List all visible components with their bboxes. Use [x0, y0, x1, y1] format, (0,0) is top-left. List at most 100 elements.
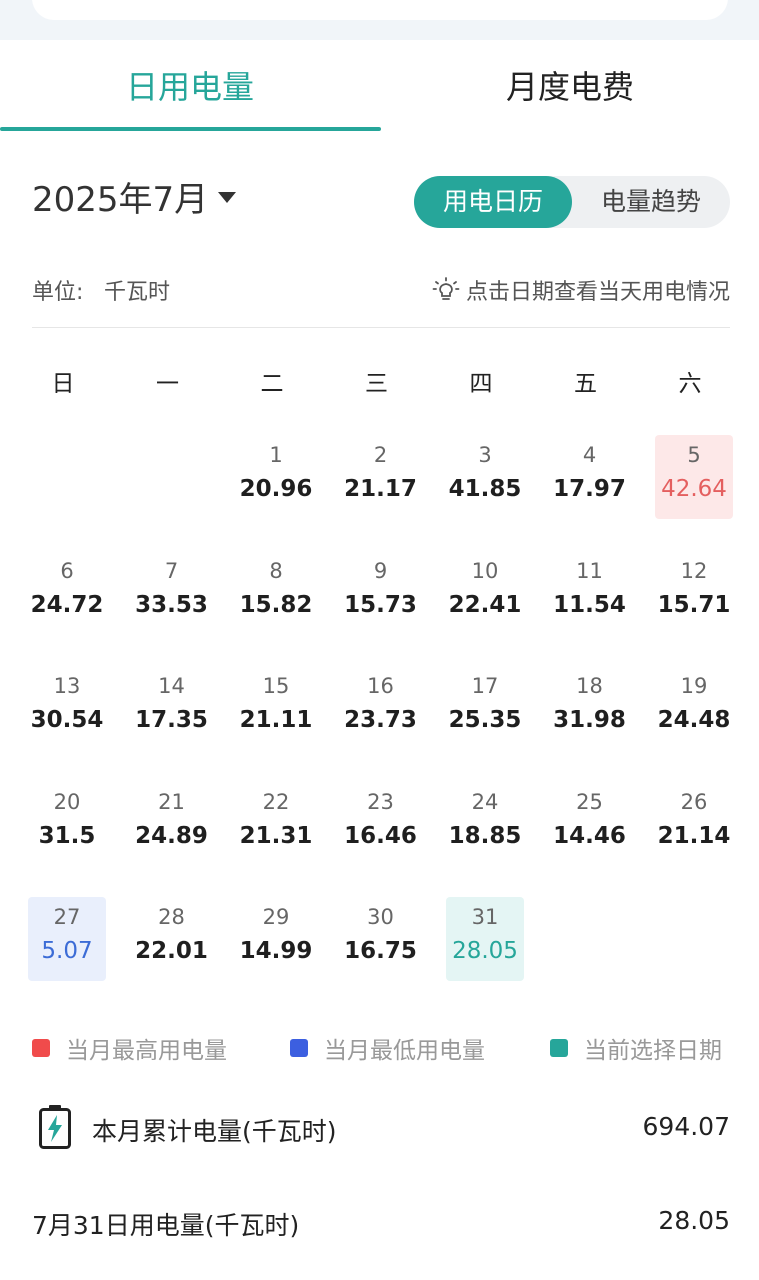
hint: 点击日期查看当天用电情况	[432, 274, 730, 306]
calendar-day-number: 14	[158, 674, 185, 698]
calendar-day-number: 15	[262, 674, 290, 698]
calendar-day-number: 5	[687, 443, 701, 467]
tab-monthly-bill[interactable]: 月度电费	[380, 62, 759, 108]
calendar-day-number: 22	[262, 789, 290, 814]
calendar-day-number: 4	[582, 443, 597, 467]
month-selector[interactable]: 2025年7月	[32, 174, 237, 220]
calendar-view-button[interactable]: 用电日历	[414, 176, 572, 228]
calendar-day-cell[interactable]: 30 16.75	[342, 897, 420, 981]
calendar-day-cell[interactable]: 27 5.07	[28, 897, 106, 981]
calendar-day-cell[interactable]: 13 30.54	[28, 666, 106, 750]
calendar-day-usage: 15.82	[239, 591, 313, 618]
calendar-day-usage: 24.72	[30, 591, 104, 618]
calendar-day-cell[interactable]: 22 21.31	[237, 782, 315, 866]
calendar-day-usage: 18.85	[448, 822, 522, 849]
calendar-day-cell[interactable]: 11 11.54	[551, 551, 629, 635]
calendar-day-usage: 22.01	[135, 938, 208, 964]
calendar-day-cell[interactable]: 10 22.41	[446, 551, 524, 635]
month-total-label: 本月累计电量(千瓦时)	[92, 1117, 337, 1146]
calendar-day-usage: 31.98	[553, 707, 626, 733]
calendar-day-usage: 16.46	[344, 822, 417, 849]
battery-charging-icon	[39, 1105, 71, 1149]
calendar-day-number: 20	[53, 789, 81, 814]
calendar-day-cell[interactable]: 23 16.46	[342, 782, 420, 866]
calendar-day-cell[interactable]: 5 42.64	[655, 435, 733, 519]
weekday-label: 二	[260, 371, 284, 397]
legend-max-swatch	[32, 1039, 50, 1057]
calendar-day-cell[interactable]: 24 18.85	[446, 782, 524, 866]
calendar-day-usage: 22.41	[448, 591, 522, 618]
calendar-day-number: 26	[680, 789, 708, 814]
calendar-day-usage: 41.85	[448, 476, 522, 502]
calendar-day-number: 28	[158, 905, 185, 929]
legend-selected: 当前选择日期	[550, 1030, 722, 1066]
calendar-day-usage: 14.46	[553, 822, 626, 849]
trend-view-button[interactable]: 电量趋势	[572, 176, 730, 228]
calendar-day-usage: 21.11	[239, 707, 313, 733]
calendar-day-usage: 21.31	[239, 822, 313, 849]
calendar-day-cell[interactable]: 8 15.82	[237, 551, 315, 635]
calendar-day-number: 13	[53, 674, 81, 698]
calendar-day-cell[interactable]: 2 21.17	[342, 435, 420, 519]
calendar-day-number: 30	[367, 905, 394, 929]
calendar-day-usage: 24.48	[657, 707, 731, 733]
calendar-day-usage: 28.05	[452, 938, 518, 964]
calendar-day-cell[interactable]: 18 31.98	[551, 666, 629, 750]
calendar-day-number: 18	[576, 674, 603, 698]
divider	[32, 327, 730, 328]
calendar-day-cell[interactable]: 3 41.85	[446, 435, 524, 519]
tab-daily-usage[interactable]: 日用电量	[0, 62, 380, 108]
calendar-day-usage: 21.17	[344, 476, 417, 502]
calendar-day-usage: 24.89	[135, 822, 208, 849]
legend-min: 当月最低用电量	[290, 1030, 485, 1066]
calendar-day-usage: 14.99	[239, 938, 313, 964]
calendar-day-usage: 33.53	[135, 591, 208, 618]
weekday-label: 三	[365, 371, 388, 397]
calendar-day-cell[interactable]: 4 17.97	[551, 435, 629, 519]
calendar-day-cell[interactable]: 9 15.73	[342, 551, 420, 635]
calendar-day-cell[interactable]: 16 23.73	[342, 666, 420, 750]
legend-selected-swatch	[550, 1039, 568, 1057]
calendar-day-cell[interactable]: 14 17.35	[133, 666, 211, 750]
calendar-day-cell[interactable]: 26 21.14	[655, 782, 733, 866]
calendar-day-usage: 11.54	[553, 591, 626, 618]
calendar-day-cell[interactable]: 28 22.01	[133, 897, 211, 981]
calendar-day-number: 9	[373, 558, 388, 583]
calendar-day-number: 19	[680, 674, 708, 698]
calendar-day-number: 7	[164, 558, 179, 583]
legend-max-label: 当月最高用电量	[66, 1038, 227, 1064]
calendar-day-cell[interactable]: 6 24.72	[28, 551, 106, 635]
calendar-day-cell[interactable]: 7 33.53	[133, 551, 211, 635]
calendar-day-cell[interactable]: 21 24.89	[133, 782, 211, 866]
calendar-day-cell[interactable]: 25 14.46	[551, 782, 629, 866]
calendar-day-cell[interactable]: 31 28.05	[446, 897, 524, 981]
top-background	[0, 0, 759, 40]
calendar-day-cell[interactable]: 29 14.99	[237, 897, 315, 981]
calendar-day-cell[interactable]: 15 21.11	[237, 666, 315, 750]
calendar-day-number: 25	[576, 789, 603, 814]
weekday-label: 五	[574, 371, 597, 397]
calendar-day-number: 24	[471, 789, 499, 814]
unit-value: 千瓦时	[104, 280, 171, 305]
legend: 当月最高用电量 当月最低用电量 当前选择日期	[32, 1030, 730, 1066]
hint-text: 点击日期查看当天用电情况	[465, 280, 730, 305]
calendar-day-number: 27	[53, 905, 81, 929]
calendar-day-usage: 5.07	[41, 938, 93, 964]
unit-label: 单位:	[32, 280, 84, 305]
calendar-day-cell[interactable]: 19 24.48	[655, 666, 733, 750]
calendar-day-usage: 20.96	[239, 476, 313, 502]
calendar-day-number: 21	[158, 789, 185, 814]
calendar-day-usage: 42.64	[661, 476, 727, 502]
calendar-day-cell[interactable]: 12 15.71	[655, 551, 733, 635]
calendar-day-number: 23	[367, 789, 394, 814]
calendar-day-usage: 16.75	[344, 938, 417, 964]
month-total-value: 694.07	[642, 1112, 730, 1141]
calendar-day-usage: 15.71	[657, 591, 731, 618]
calendar-day-cell[interactable]: 1 20.96	[237, 435, 315, 519]
calendar-day-cell[interactable]: 20 31.5	[28, 782, 106, 866]
calendar-day-number: 16	[367, 674, 394, 698]
calendar-day-cell[interactable]: 17 25.35	[446, 666, 524, 750]
calendar-day-number: 29	[262, 905, 290, 929]
calendar-day-usage: 23.73	[344, 707, 417, 733]
tab-bar: 日用电量 月度电费	[0, 40, 759, 132]
